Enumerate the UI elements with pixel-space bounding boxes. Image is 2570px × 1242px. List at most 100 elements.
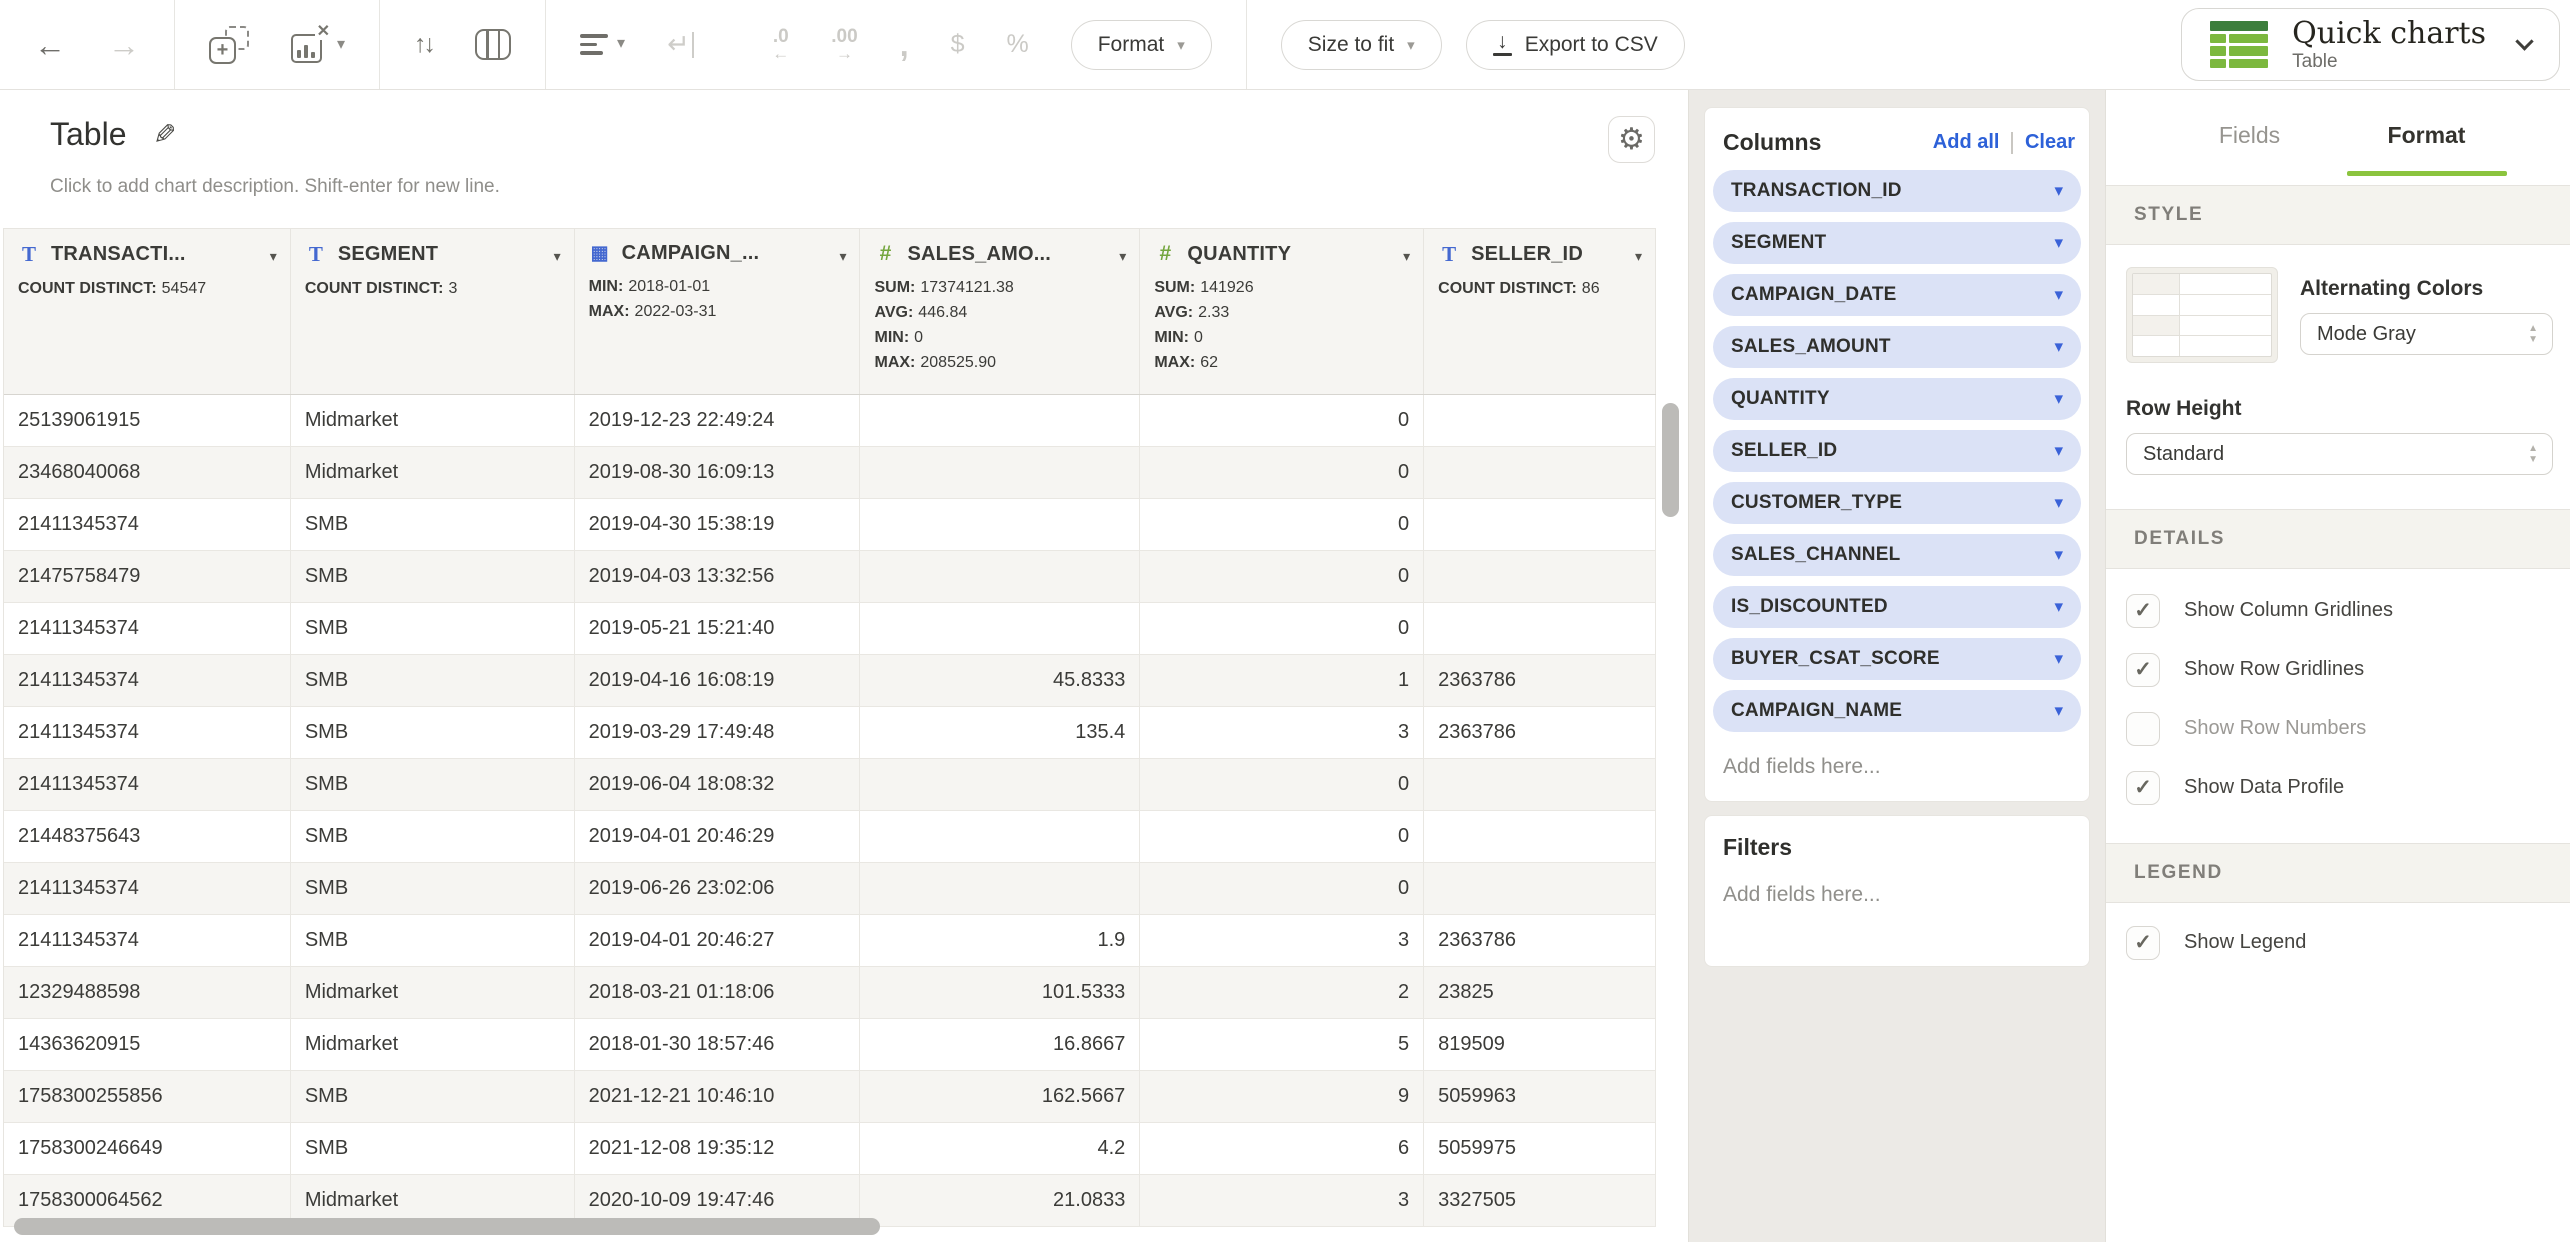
cell-transaction-id[interactable]: 21411345374	[4, 915, 291, 966]
cell-quantity[interactable]: 0	[1140, 551, 1424, 602]
cell-seller-id[interactable]	[1424, 759, 1656, 810]
cell-transaction-id[interactable]: 21411345374	[4, 759, 291, 810]
cell-seller-id[interactable]: 819509	[1424, 1019, 1656, 1070]
cell-transaction-id[interactable]: 12329488598	[4, 967, 291, 1018]
cell-segment[interactable]: SMB	[291, 603, 575, 654]
cell-sales-amount[interactable]	[860, 811, 1140, 862]
cell-sales-amount[interactable]: 101.5333	[860, 967, 1140, 1018]
cell-sales-amount[interactable]: 4.2	[860, 1123, 1140, 1174]
edit-title-icon[interactable]: ✎	[153, 118, 176, 151]
align-button[interactable]: ▾	[580, 34, 625, 54]
cell-sales-amount[interactable]: 1.9	[860, 915, 1140, 966]
column-field-pill[interactable]: IS_DISCOUNTED ▾	[1713, 586, 2081, 628]
column-field-pill[interactable]: CAMPAIGN_DATE ▾	[1713, 274, 2081, 316]
cell-seller-id[interactable]	[1424, 447, 1656, 498]
cell-quantity[interactable]: 1	[1140, 655, 1424, 706]
column-menu-caret-icon[interactable]: ▾	[270, 248, 277, 265]
export-csv-button[interactable]: ↓ Export to CSV	[1466, 20, 1685, 70]
checkbox[interactable]: ✓	[2126, 712, 2160, 746]
cell-sales-amount[interactable]	[860, 603, 1140, 654]
cell-segment[interactable]: SMB	[291, 811, 575, 862]
cell-sales-amount[interactable]	[860, 759, 1140, 810]
cell-segment[interactable]: SMB	[291, 1071, 575, 1122]
column-field-pill[interactable]: CUSTOMER_TYPE ▾	[1713, 482, 2081, 524]
cell-sales-amount[interactable]: 16.8667	[860, 1019, 1140, 1070]
chart-description-placeholder[interactable]: Click to add chart description. Shift-en…	[50, 176, 500, 198]
chevron-down-icon[interactable]: ▾	[617, 36, 625, 52]
detail-option-row[interactable]: ✓ Show Data Profile	[2126, 758, 2550, 817]
cell-transaction-id[interactable]: 1758300255856	[4, 1071, 291, 1122]
cell-quantity[interactable]: 0	[1140, 395, 1424, 446]
table-row[interactable]: 25139061915 Midmarket 2019-12-23 22:49:2…	[4, 395, 1656, 447]
column-header[interactable]: # SALES_AMO... ▾ SUM:17374121.38	[860, 229, 1140, 394]
table-row[interactable]: 21475758479 SMB 2019-04-03 13:32:56 0	[4, 551, 1656, 603]
table-row[interactable]: 21411345374 SMB 2019-06-26 23:02:06 0	[4, 863, 1656, 915]
cell-sales-amount[interactable]: 135.4	[860, 707, 1140, 758]
table-row[interactable]: 1758300246649 SMB 2021-12-08 19:35:12 4.…	[4, 1123, 1656, 1175]
cell-quantity[interactable]: 3	[1140, 1175, 1424, 1226]
cell-campaign-date[interactable]: 2018-03-21 01:18:06	[575, 967, 861, 1018]
checkbox[interactable]: ✓	[2126, 926, 2160, 960]
size-to-fit-button[interactable]: Size to fit ▾	[1281, 20, 1442, 70]
cell-seller-id[interactable]: 23825	[1424, 967, 1656, 1018]
cell-seller-id[interactable]: 3327505	[1424, 1175, 1656, 1226]
cell-sales-amount[interactable]: 21.0833	[860, 1175, 1140, 1226]
cell-segment[interactable]: SMB	[291, 915, 575, 966]
format-dropdown-button[interactable]: Format ▾	[1071, 20, 1212, 70]
cell-segment[interactable]: SMB	[291, 551, 575, 602]
cell-seller-id[interactable]	[1424, 863, 1656, 914]
table-row[interactable]: 21448375643 SMB 2019-04-01 20:46:29 0	[4, 811, 1656, 863]
alternating-colors-select[interactable]: Mode Gray ▲▼	[2300, 313, 2553, 355]
cell-segment[interactable]: Midmarket	[291, 447, 575, 498]
columns-add-fields-dropzone[interactable]: Add fields here...	[1705, 742, 2089, 792]
cell-quantity[interactable]: 2	[1140, 967, 1424, 1018]
pill-menu-caret-icon[interactable]: ▾	[2054, 493, 2063, 513]
sort-icon[interactable]: ↑↓	[414, 30, 433, 59]
table-row[interactable]: 1758300255856 SMB 2021-12-21 10:46:10 16…	[4, 1071, 1656, 1123]
detail-option-row[interactable]: ✓ Show Row Numbers	[2126, 699, 2550, 758]
table-row[interactable]: 21411345374 SMB 2019-03-29 17:49:48 135.…	[4, 707, 1656, 759]
cell-transaction-id[interactable]: 21475758479	[4, 551, 291, 602]
cell-quantity[interactable]: 0	[1140, 603, 1424, 654]
column-header[interactable]: T SEGMENT ▾ COUNT DISTINCT:3	[291, 229, 575, 394]
column-header[interactable]: T SELLER_ID ▾ COUNT DISTINCT:86	[1424, 229, 1656, 394]
table-row[interactable]: 21411345374 SMB 2019-04-30 15:38:19 0	[4, 499, 1656, 551]
cell-campaign-date[interactable]: 2018-01-30 18:57:46	[575, 1019, 861, 1070]
cell-segment[interactable]: SMB	[291, 759, 575, 810]
table-style-preview[interactable]	[2126, 267, 2278, 363]
cell-segment[interactable]: SMB	[291, 863, 575, 914]
column-field-pill[interactable]: BUYER_CSAT_SCORE ▾	[1713, 638, 2081, 680]
cell-quantity[interactable]: 0	[1140, 811, 1424, 862]
cell-campaign-date[interactable]: 2019-05-21 15:21:40	[575, 603, 861, 654]
cell-campaign-date[interactable]: 2019-06-04 18:08:32	[575, 759, 861, 810]
detail-option-row[interactable]: ✓ Show Row Gridlines	[2126, 640, 2550, 699]
detail-option-row[interactable]: ✓ Show Column Gridlines	[2126, 581, 2550, 640]
pill-menu-caret-icon[interactable]: ▾	[2054, 285, 2063, 305]
cell-seller-id[interactable]	[1424, 551, 1656, 602]
pill-menu-caret-icon[interactable]: ▾	[2054, 181, 2063, 201]
cell-quantity[interactable]: 0	[1140, 863, 1424, 914]
chart-type-picker[interactable]: Quick charts Table	[2181, 8, 2560, 81]
cell-campaign-date[interactable]: 2021-12-08 19:35:12	[575, 1123, 861, 1174]
cell-transaction-id[interactable]: 14363620915	[4, 1019, 291, 1070]
cell-campaign-date[interactable]: 2019-04-01 20:46:27	[575, 915, 861, 966]
cell-transaction-id[interactable]: 21411345374	[4, 603, 291, 654]
pill-menu-caret-icon[interactable]: ▾	[2054, 441, 2063, 461]
table-row[interactable]: 23468040068 Midmarket 2019-08-30 16:09:1…	[4, 447, 1656, 499]
cell-sales-amount[interactable]	[860, 863, 1140, 914]
cell-segment[interactable]: SMB	[291, 655, 575, 706]
cell-sales-amount[interactable]	[860, 395, 1140, 446]
pill-menu-caret-icon[interactable]: ▾	[2054, 545, 2063, 565]
cell-quantity[interactable]: 0	[1140, 759, 1424, 810]
column-header[interactable]: # QUANTITY ▾ SUM:141926	[1140, 229, 1424, 394]
cell-campaign-date[interactable]: 2021-12-21 10:46:10	[575, 1071, 861, 1122]
column-menu-caret-icon[interactable]: ▾	[554, 248, 561, 265]
column-menu-caret-icon[interactable]: ▾	[1119, 248, 1126, 265]
cell-segment[interactable]: SMB	[291, 707, 575, 758]
column-menu-caret-icon[interactable]: ▾	[1403, 248, 1410, 265]
cell-transaction-id[interactable]: 23468040068	[4, 447, 291, 498]
cell-segment[interactable]: Midmarket	[291, 395, 575, 446]
cell-sales-amount[interactable]: 162.5667	[860, 1071, 1140, 1122]
table-row[interactable]: 21411345374 SMB 2019-06-04 18:08:32 0	[4, 759, 1656, 811]
cell-seller-id[interactable]	[1424, 811, 1656, 862]
